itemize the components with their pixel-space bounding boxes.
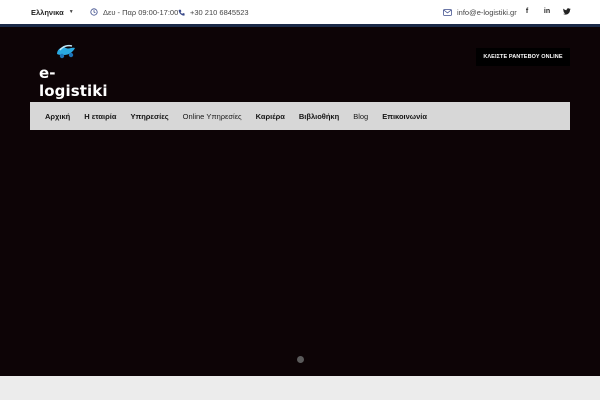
nav-item-home[interactable]: Αρχική (45, 112, 70, 121)
email-address: info@e-logistiki.gr (457, 7, 517, 17)
hero-slider: e-logistiki ΚΛΕΙΣΤΕ ΡΑΝΤΕΒΟΥ ONLINE Αρχι… (0, 27, 600, 376)
page: Ελληνικα ▼ Δευ - Παρ 09:00-17:00 +30 210… (0, 0, 600, 400)
phone-info[interactable]: +30 210 6845523 (178, 0, 249, 24)
nav-item-online-services[interactable]: Online Υπηρεσίες (183, 112, 242, 121)
chevron-down-icon: ▼ (68, 9, 74, 15)
clock-icon (90, 8, 98, 16)
nav-item-blog[interactable]: Blog (353, 112, 368, 121)
envelope-icon (443, 8, 452, 16)
main-navigation: Αρχική Η εταιρία Υπηρεσίες Online Υπηρεσ… (30, 102, 570, 130)
opening-hours: Δευ - Παρ 09:00-17:00 (90, 0, 178, 24)
nav-item-library[interactable]: Βιβλιοθήκη (299, 112, 339, 121)
linkedin-icon[interactable]: in (543, 0, 551, 24)
logo-text: e-logistiki (39, 64, 108, 100)
book-appointment-button[interactable]: ΚΛΕΙΣΤΕ ΡΑΝΤΕΒΟΥ ONLINE (476, 48, 570, 66)
nav-item-careers[interactable]: Καριέρα (256, 112, 285, 121)
language-label: Ελληνικα (31, 7, 64, 17)
facebook-icon[interactable]: f (523, 0, 531, 24)
hours-text: Δευ - Παρ 09:00-17:00 (103, 7, 179, 17)
language-selector[interactable]: Ελληνικα ▼ (31, 0, 74, 24)
top-info-bar: Ελληνικα ▼ Δευ - Παρ 09:00-17:00 +30 210… (0, 0, 600, 24)
email-info[interactable]: info@e-logistiki.gr (443, 0, 517, 24)
phone-icon (178, 9, 185, 16)
nav-item-contact[interactable]: Επικοινωνία (382, 112, 427, 121)
logo-icon (57, 44, 75, 59)
phone-number: +30 210 6845523 (190, 7, 249, 17)
twitter-icon[interactable] (563, 0, 571, 24)
page-content-strip (0, 376, 600, 400)
nav-item-company[interactable]: Η εταιρία (84, 112, 116, 121)
site-logo[interactable]: e-logistiki (39, 43, 109, 100)
social-links: f in (523, 0, 571, 24)
slider-pagination-dot[interactable] (297, 356, 304, 363)
nav-item-services[interactable]: Υπηρεσίες (130, 112, 168, 121)
